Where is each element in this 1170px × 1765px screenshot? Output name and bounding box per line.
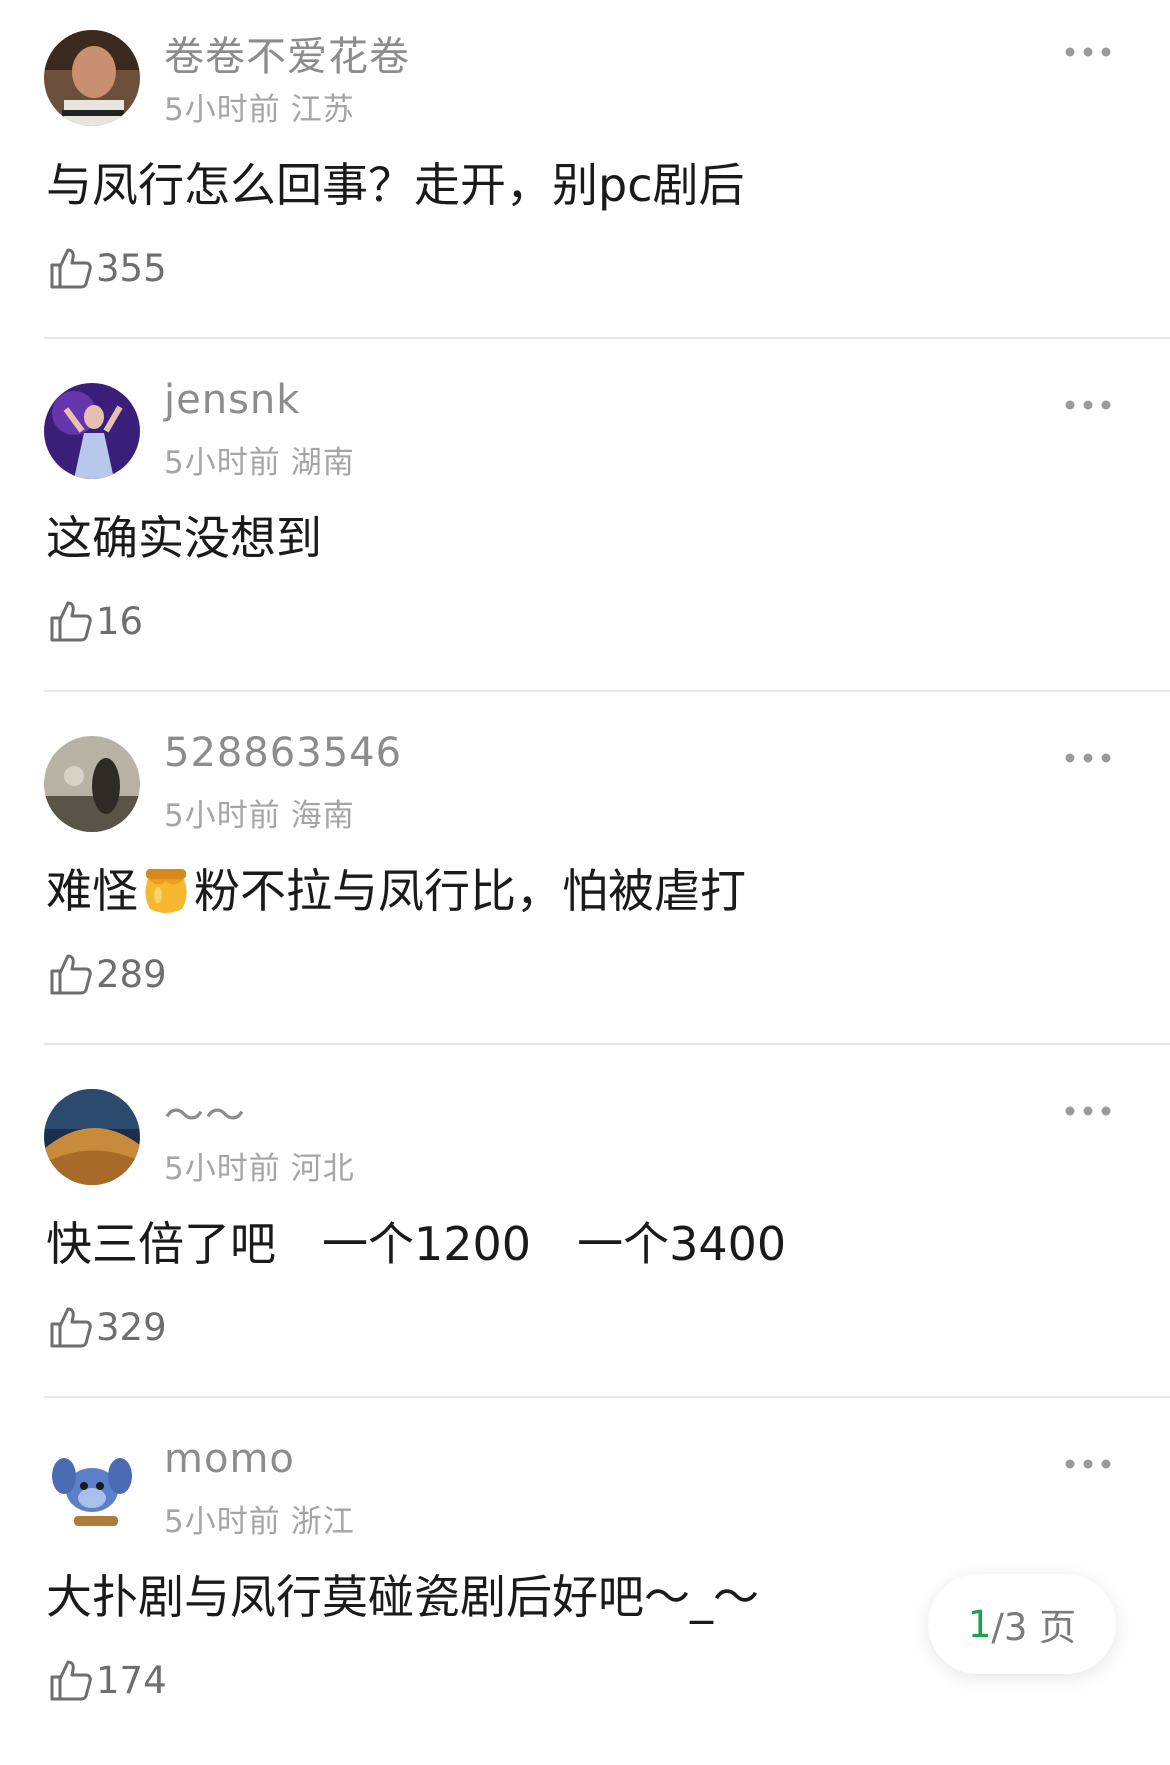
- like-count: 289: [96, 952, 167, 996]
- like-count: 174: [96, 1658, 167, 1702]
- current-page: 1: [967, 1602, 992, 1646]
- more-dots-icon[interactable]: [1060, 1091, 1116, 1131]
- username[interactable]: 卷卷不爱花卷: [164, 24, 410, 82]
- thumbs-up-icon: [50, 954, 92, 995]
- divider: [44, 337, 1170, 339]
- comment-meta: 5小时前 浙江: [164, 1496, 355, 1541]
- more-dots-icon[interactable]: [1060, 385, 1116, 425]
- username[interactable]: 528863546: [164, 730, 402, 776]
- comment-meta: 5小时前 河北: [164, 1143, 355, 1188]
- avatar[interactable]: [44, 30, 140, 126]
- like-button[interactable]: 329: [46, 1299, 167, 1355]
- comment-time: 5小时前: [164, 1151, 281, 1187]
- more-dots-icon[interactable]: [1060, 1444, 1116, 1484]
- comment-location: 海南: [290, 798, 355, 834]
- comment-text: 难怪 粉不拉与凤行比，怕被虐打: [46, 858, 746, 924]
- comment-item: ～～ 5小时前 河北 快三倍了吧 一个1200 一个3400 329: [0, 1059, 1170, 1412]
- comment-item: 卷卷不爱花卷 5小时前 江苏 与凤行怎么回事？走开，别pc剧后 355: [0, 0, 1170, 353]
- comment-text: 与凤行怎么回事？走开，别pc剧后: [46, 158, 745, 212]
- comment-feed: 卷卷不爱花卷 5小时前 江苏 与凤行怎么回事？走开，别pc剧后 355 jensn…: [0, 0, 1170, 1765]
- like-count: 355: [96, 246, 167, 290]
- comment-location: 浙江: [290, 1504, 355, 1540]
- more-dots-icon[interactable]: [1060, 738, 1116, 778]
- divider: [44, 690, 1170, 692]
- username[interactable]: momo: [164, 1436, 295, 1482]
- comment-location: 江苏: [290, 92, 355, 128]
- like-count: 16: [96, 599, 144, 643]
- comment-text-end: 粉不拉与凤行比，怕被虐打: [194, 864, 746, 918]
- more-dots-icon[interactable]: [1060, 32, 1116, 72]
- comment-text: 这确实没想到: [46, 511, 322, 565]
- divider: [44, 1043, 1170, 1045]
- avatar[interactable]: [44, 736, 140, 832]
- username[interactable]: jensnk: [164, 377, 300, 423]
- thumbs-up-icon: [50, 1307, 92, 1348]
- page-total: /3 页: [991, 1606, 1077, 1649]
- comment-item: 528863546 5小时前 海南 难怪 粉不拉与凤行比，怕被虐打 289: [0, 706, 1170, 1059]
- like-button[interactable]: 289: [46, 946, 167, 1002]
- avatar[interactable]: [44, 1442, 140, 1538]
- comment-location: 河北: [290, 1151, 355, 1187]
- comment-text: 快三倍了吧 一个1200 一个3400: [46, 1217, 787, 1271]
- comment-meta: 5小时前 湖南: [164, 437, 355, 482]
- thumbs-up-icon: [50, 248, 92, 289]
- comment-meta: 5小时前 海南: [164, 790, 355, 835]
- honey-jar-icon: [145, 869, 187, 913]
- comment-text: 大扑剧与凤行莫碰瓷剧后好吧～_～: [46, 1570, 759, 1624]
- comment-location: 湖南: [290, 445, 355, 481]
- like-count: 329: [96, 1305, 167, 1349]
- comment-time: 5小时前: [164, 1504, 281, 1540]
- comment-meta: 5小时前 江苏: [164, 84, 355, 129]
- like-button[interactable]: 174: [46, 1652, 167, 1708]
- avatar[interactable]: [44, 1089, 140, 1185]
- username[interactable]: ～～: [164, 1083, 246, 1141]
- comment-text-start: 难怪: [46, 864, 138, 918]
- like-button[interactable]: 16: [46, 593, 143, 649]
- comment-time: 5小时前: [164, 798, 281, 834]
- comment-item: jensnk 5小时前 湖南 这确实没想到 16: [0, 353, 1170, 706]
- divider: [44, 1396, 1170, 1398]
- page-indicator[interactable]: 1/3 页: [928, 1574, 1116, 1674]
- thumbs-up-icon: [50, 1660, 92, 1701]
- like-button[interactable]: 355: [46, 240, 167, 296]
- comment-time: 5小时前: [164, 445, 281, 481]
- thumbs-up-icon: [50, 601, 92, 642]
- avatar[interactable]: [44, 383, 140, 479]
- comment-time: 5小时前: [164, 92, 281, 128]
